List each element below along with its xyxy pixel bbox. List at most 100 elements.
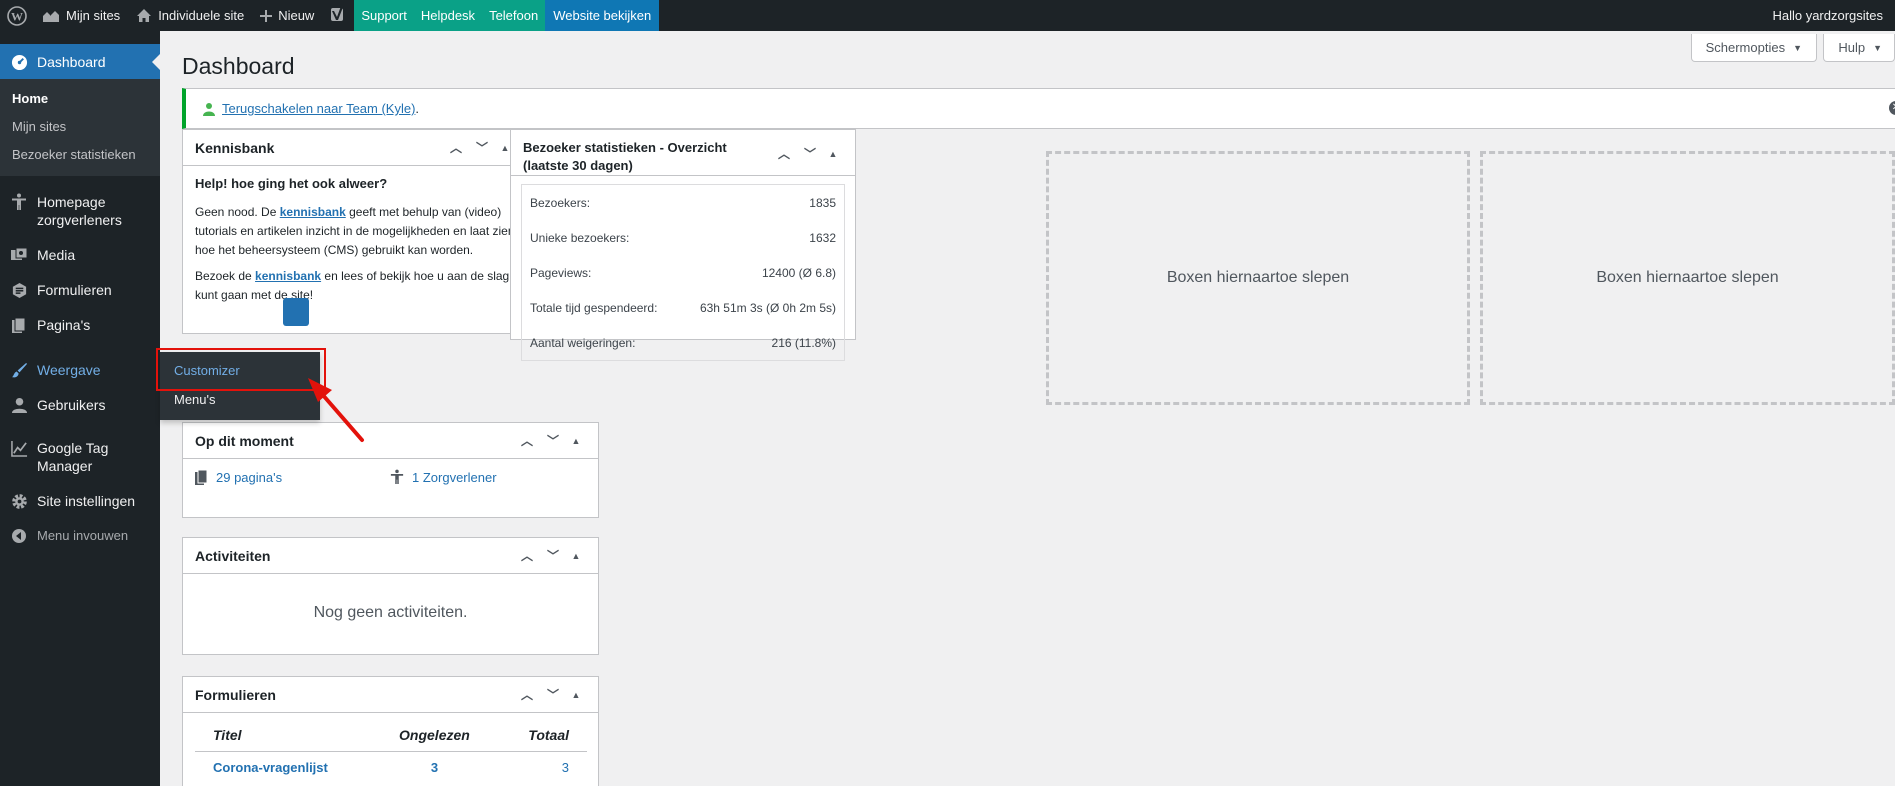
chart-line-icon xyxy=(10,439,28,457)
menu-media-label: Media xyxy=(37,247,76,263)
glance-items: 29 pagina's 1 Zorgverlener xyxy=(183,459,598,485)
view-site-link[interactable]: Website bekijken xyxy=(545,0,660,31)
caret-down-icon: ▼ xyxy=(1873,42,1882,53)
dismiss-icon[interactable]: ✕ xyxy=(1889,101,1895,115)
move-up-icon[interactable]: ︿ xyxy=(443,139,469,156)
pages-icon xyxy=(195,469,208,485)
widget-title: Activiteiten xyxy=(195,547,271,564)
forms-widget: Formulieren ︿ ﹀ ▲ Titel Ongelezen Totaal… xyxy=(182,676,599,786)
toggle-panel-icon[interactable]: ▲ xyxy=(823,145,843,163)
move-down-icon[interactable]: ﹀ xyxy=(540,432,566,449)
widget-body: Bezoekers: 1835 Unieke bezoekers: 1632 Pag… xyxy=(511,176,855,371)
menu-formulieren[interactable]: Formulieren xyxy=(0,272,160,307)
collapse-arrow-icon xyxy=(10,527,28,545)
stat-label: Unieke bezoekers: xyxy=(530,230,630,245)
dashboard-submenu: Home Mijn sites Bezoeker statistieken xyxy=(0,79,160,176)
flyout-menus[interactable]: Menu's xyxy=(160,385,320,414)
glance-providers[interactable]: 1 Zorgverlener xyxy=(390,469,585,485)
help-button[interactable]: Hulp ▼ xyxy=(1823,34,1895,62)
screen-options-button[interactable]: Schermopties ▼ xyxy=(1690,34,1817,62)
stats-row: Pageviews: 12400 (Ø 6.8) xyxy=(522,255,844,290)
col-unread: Ongelezen xyxy=(371,719,498,752)
stats-table: Bezoekers: 1835 Unieke bezoekers: 1632 Pag… xyxy=(521,184,845,361)
my-sites-menu[interactable]: Mijn sites xyxy=(34,0,128,31)
text: Geen nood. De xyxy=(195,205,280,219)
move-up-icon[interactable]: ︿ xyxy=(771,145,797,163)
move-down-icon[interactable]: ﹀ xyxy=(540,686,566,703)
stat-value: 1632 xyxy=(809,230,836,245)
screen-options-label: Schermopties xyxy=(1705,40,1786,55)
stats-row: Totale tijd gespendeerd: 63h 51m 3s (Ø 0h… xyxy=(522,290,844,325)
menu-paginas[interactable]: Pagina's xyxy=(0,307,160,342)
kennisbank-paragraph-2: Bezoek de kennisbank en lees of bekijk h… xyxy=(195,267,515,305)
glance-pages[interactable]: 29 pagina's xyxy=(195,469,390,485)
toggle-panel-icon[interactable]: ▲ xyxy=(566,436,586,446)
stat-value: 63h 51m 3s (Ø 0h 2m 5s) xyxy=(699,300,836,315)
notice-suffix: . xyxy=(415,101,420,116)
stats-row: Aantal weigeringen: 216 (11.8%) xyxy=(522,325,844,360)
menu-homepage-zorgverleners[interactable]: Homepage zorgverleners xyxy=(0,184,160,237)
form-unread-link[interactable]: 3 xyxy=(372,752,497,784)
menu-gebruikers[interactable]: Gebruikers xyxy=(0,387,160,422)
menu-site-instellingen[interactable]: Site instellingen xyxy=(0,483,160,518)
kennisbank-heading: Help! hoe ging het ook alweer? xyxy=(195,176,388,191)
form-title-link[interactable]: Corona-vragenlijst xyxy=(195,752,372,784)
form-total-link[interactable]: 3 xyxy=(497,752,587,784)
toggle-panel-icon[interactable]: ▲ xyxy=(566,551,586,561)
account-greeting[interactable]: Hallo yardzorgsites xyxy=(1764,0,1895,31)
site-name-menu[interactable]: Individuele site xyxy=(128,0,252,31)
new-content-menu[interactable]: Nieuw xyxy=(252,0,322,31)
move-down-icon[interactable]: ﹀ xyxy=(797,145,823,163)
submenu-home[interactable]: Home xyxy=(0,85,160,113)
menu-site-instellingen-label: Site instellingen xyxy=(37,493,136,509)
media-icon xyxy=(10,246,28,264)
widget-header: Op dit moment ︿ ﹀ ▲ xyxy=(183,423,598,459)
flyout-customizer[interactable]: Customizer xyxy=(160,356,320,385)
yoast-seo-menu[interactable] xyxy=(322,0,354,31)
switch-back-notice: Terugschakelen naar Team (Kyle). ✕ xyxy=(182,88,1895,129)
menu-formulieren-label: Formulieren xyxy=(37,282,112,298)
support-link[interactable]: Support xyxy=(354,0,414,31)
widget-title: Kennisbank xyxy=(195,139,275,156)
move-down-icon[interactable]: ﹀ xyxy=(469,139,495,156)
glance-providers-label: 1 Zorgverlener xyxy=(412,469,497,485)
stat-label: Bezoekers: xyxy=(530,195,591,210)
helpdesk-link[interactable]: Helpdesk xyxy=(413,0,483,31)
hidden-button[interactable] xyxy=(283,298,309,326)
pages-icon xyxy=(10,316,28,334)
activity-widget: Activiteiten ︿ ﹀ ▲ Nog geen activiteiten… xyxy=(182,537,599,655)
wordpress-logo-icon[interactable]: W xyxy=(0,0,34,31)
move-up-icon[interactable]: ︿ xyxy=(514,686,540,703)
menu-weergave[interactable]: Weergave xyxy=(0,352,160,387)
users-icon xyxy=(10,396,28,414)
toggle-panel-icon[interactable]: ▲ xyxy=(566,690,586,700)
site-name-label: Individuele site xyxy=(158,8,245,23)
dashboard-icon xyxy=(10,53,28,71)
weergave-flyout-menu: Customizer Menu's xyxy=(160,352,320,420)
caret-down-icon: ▼ xyxy=(1793,42,1802,53)
stat-value: 12400 (Ø 6.8) xyxy=(761,265,836,280)
menu-google-tag-manager[interactable]: Google Tag Manager xyxy=(0,430,160,483)
telefoon-link[interactable]: Telefoon xyxy=(482,0,546,31)
menu-dashboard[interactable]: Dashboard xyxy=(0,44,160,79)
accessibility-icon xyxy=(10,193,28,211)
move-down-icon[interactable]: ﹀ xyxy=(540,547,566,564)
plus-icon xyxy=(260,9,273,22)
menu-media[interactable]: Media xyxy=(0,237,160,272)
my-sites-label: Mijn sites xyxy=(66,8,121,23)
move-up-icon[interactable]: ︿ xyxy=(514,547,540,564)
switch-back-link[interactable]: Terugschakelen naar Team (Kyle) xyxy=(222,101,415,116)
menu-paginas-label: Pagina's xyxy=(37,317,91,333)
submenu-my-sites[interactable]: Mijn sites xyxy=(0,113,160,141)
kennisbank-paragraph-1: Geen nood. De kennisbank geeft met behul… xyxy=(195,203,515,260)
kennisbank-link[interactable]: kennisbank xyxy=(280,205,346,219)
submenu-visitor-stats[interactable]: Bezoeker statistieken xyxy=(0,141,160,169)
text: Bezoek de xyxy=(195,269,256,283)
stat-value: 1835 xyxy=(809,195,836,210)
menu-collapse[interactable]: Menu invouwen xyxy=(0,518,160,553)
col-title: Titel xyxy=(195,719,372,752)
move-up-icon[interactable]: ︿ xyxy=(514,432,540,449)
accessibility-icon xyxy=(390,469,404,485)
pointer-arrow-icon xyxy=(308,378,364,442)
kennisbank-link[interactable]: kennisbank xyxy=(255,269,321,283)
